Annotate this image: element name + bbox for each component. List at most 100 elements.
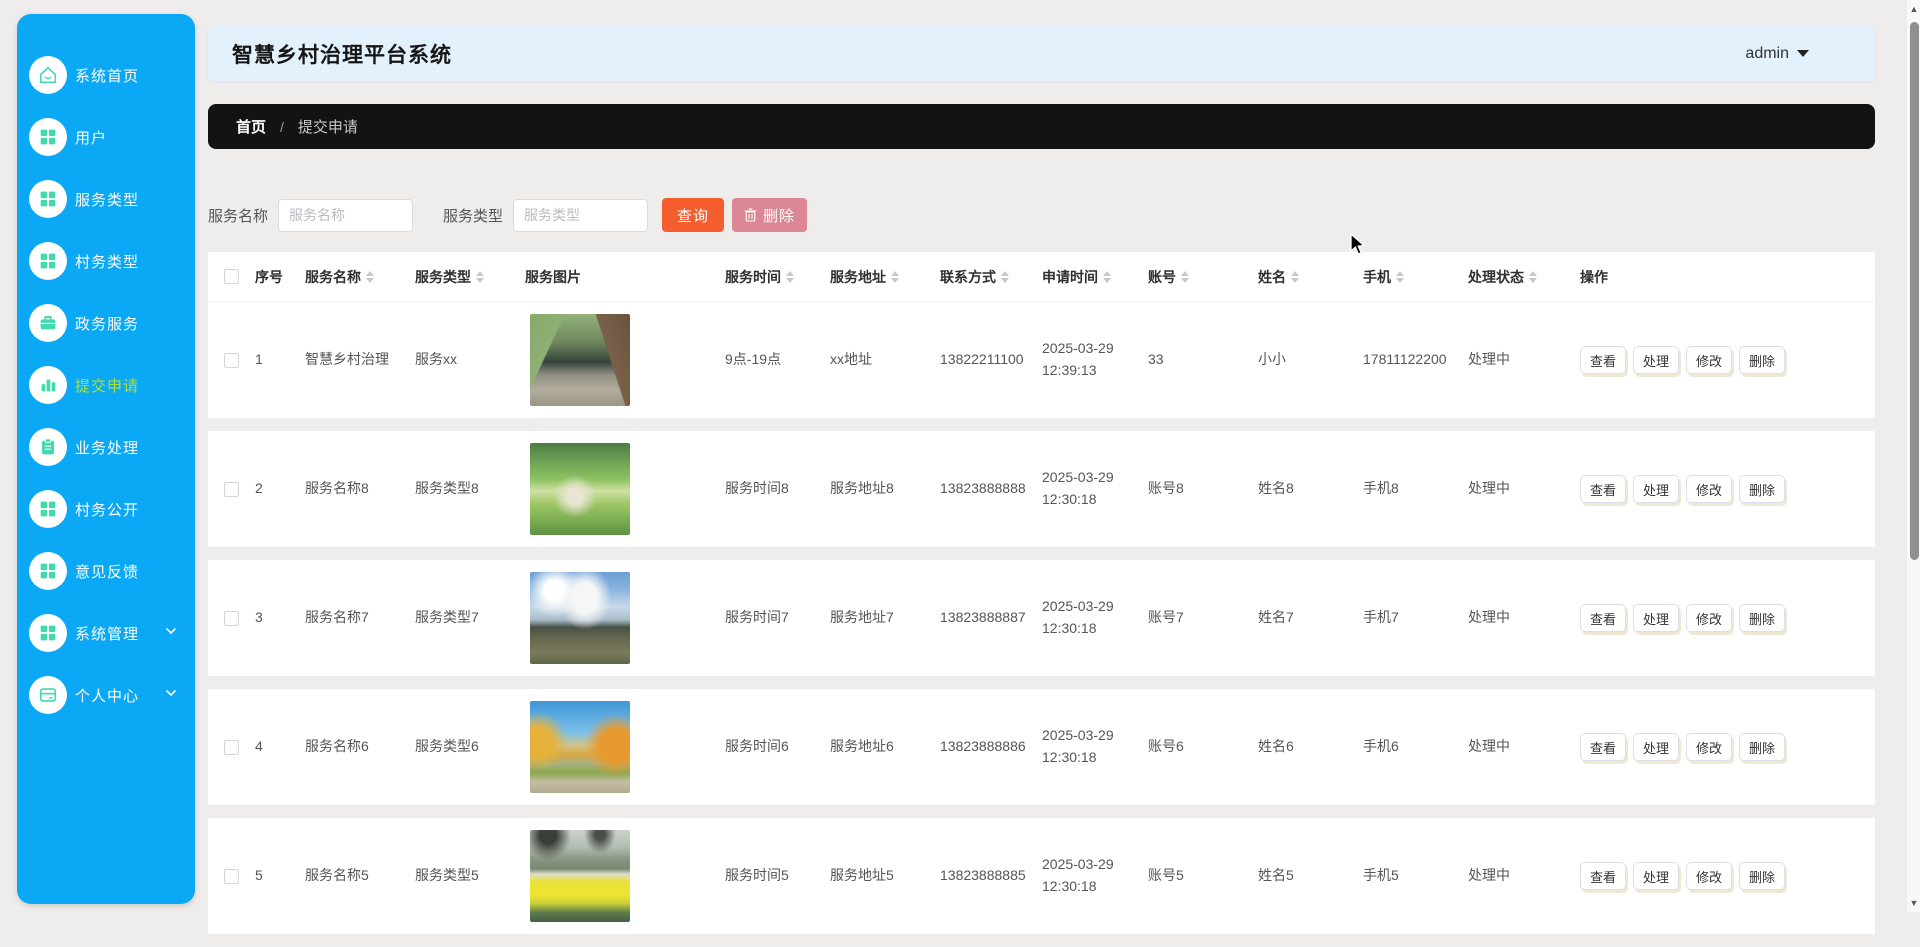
service-photo	[530, 443, 630, 535]
search-button[interactable]: 查询	[662, 198, 724, 232]
process-button[interactable]: 处理	[1633, 475, 1679, 503]
sidebar-item-village-type[interactable]: 村务类型	[17, 230, 195, 292]
delete-button[interactable]: 删除	[732, 198, 807, 232]
edit-button[interactable]: 修改	[1686, 475, 1732, 503]
edit-button[interactable]: 修改	[1686, 604, 1732, 632]
breadcrumb-home-link[interactable]: 首页	[236, 116, 266, 137]
grid-icon	[29, 118, 67, 156]
edit-button[interactable]: 修改	[1686, 733, 1732, 761]
breadcrumb-current: 提交申请	[298, 116, 358, 137]
bar-chart-icon	[29, 366, 67, 404]
delete-row-button[interactable]: 删除	[1739, 862, 1785, 890]
sidebar-item-business-process[interactable]: 业务处理	[17, 416, 195, 478]
edit-button[interactable]: 修改	[1686, 346, 1732, 374]
delete-row-button[interactable]: 删除	[1739, 346, 1785, 374]
sidebar-item-label: 村务类型	[75, 251, 139, 272]
chevron-down-icon	[165, 686, 177, 704]
table-row: 2 服务名称8 服务类型8 服务时间8 服务地址8 13823888888 20…	[208, 431, 1875, 547]
service-photo	[530, 314, 630, 406]
sidebar-item-personal-center[interactable]: 个人中心	[17, 664, 195, 726]
service-name-label: 服务名称	[208, 205, 268, 226]
status-text: 处理中	[1468, 349, 1580, 371]
status-text: 处理中	[1468, 865, 1580, 887]
breadcrumb-separator: /	[280, 119, 284, 135]
row-checkbox[interactable]	[224, 740, 239, 755]
sidebar-item-label: 个人中心	[75, 685, 139, 706]
sidebar-item-label: 服务类型	[75, 189, 139, 210]
row-checkbox[interactable]	[224, 482, 239, 497]
process-button[interactable]: 处理	[1633, 733, 1679, 761]
view-button[interactable]: 查看	[1580, 604, 1626, 632]
row-checkbox[interactable]	[224, 353, 239, 368]
table-header-row: 序号 服务名称 服务类型 服务图片 服务时间 服务地址 联系方式 申请时间 账号…	[208, 252, 1875, 302]
service-photo	[530, 701, 630, 793]
grid-icon	[29, 242, 67, 280]
edit-button[interactable]: 修改	[1686, 862, 1732, 890]
status-text: 处理中	[1468, 478, 1580, 500]
sidebar-item-service-type[interactable]: 服务类型	[17, 168, 195, 230]
service-photo	[530, 830, 630, 922]
sidebar-item-label: 提交申请	[75, 375, 139, 396]
sidebar-item-label: 政务服务	[75, 313, 139, 334]
sort-carets[interactable]	[476, 271, 484, 283]
delete-row-button[interactable]: 删除	[1739, 475, 1785, 503]
vertical-scrollbar[interactable]: ▲ ▼	[1906, 0, 1920, 912]
row-checkbox[interactable]	[224, 611, 239, 626]
scrollbar-thumb[interactable]	[1910, 22, 1919, 560]
grid-icon	[29, 552, 67, 590]
sidebar-item-label: 系统首页	[75, 65, 139, 86]
status-text: 处理中	[1468, 607, 1580, 629]
table-row: 1 智慧乡村治理 服务xx 9点-19点 xx地址 13822211100 20…	[208, 302, 1875, 418]
caret-down-icon	[1797, 50, 1809, 57]
process-button[interactable]: 处理	[1633, 346, 1679, 374]
scroll-down-arrow[interactable]: ▼	[1907, 896, 1920, 910]
service-photo	[530, 572, 630, 664]
sidebar-item-gov-service[interactable]: 政务服务	[17, 292, 195, 354]
table-row: 5 服务名称5 服务类型5 服务时间5 服务地址5 13823888885 20…	[208, 818, 1875, 934]
grid-icon	[29, 180, 67, 218]
briefcase-icon	[29, 304, 67, 342]
table-row: 4 服务名称6 服务类型6 服务时间6 服务地址6 13823888886 20…	[208, 689, 1875, 805]
main-content: 智慧乡村治理平台系统 admin 首页 / 提交申请 服务名称 服务类型 查询 …	[208, 0, 1875, 912]
sidebar-item-home[interactable]: 系统首页	[17, 44, 195, 106]
view-button[interactable]: 查看	[1580, 733, 1626, 761]
home-icon	[29, 56, 67, 94]
process-button[interactable]: 处理	[1633, 604, 1679, 632]
page-title: 智慧乡村治理平台系统	[232, 39, 452, 69]
sort-carets[interactable]	[1529, 271, 1537, 283]
scroll-up-arrow[interactable]: ▲	[1907, 2, 1920, 16]
sort-carets[interactable]	[1001, 271, 1009, 283]
data-table: 序号 服务名称 服务类型 服务图片 服务时间 服务地址 联系方式 申请时间 账号…	[208, 252, 1875, 947]
username: admin	[1745, 45, 1789, 63]
grid-icon	[29, 490, 67, 528]
chevron-down-icon	[165, 624, 177, 642]
row-checkbox[interactable]	[224, 869, 239, 884]
sort-carets[interactable]	[1181, 271, 1189, 283]
user-menu[interactable]: admin	[1745, 45, 1809, 63]
view-button[interactable]: 查看	[1580, 346, 1626, 374]
sidebar-item-system-management[interactable]: 系统管理	[17, 602, 195, 664]
view-button[interactable]: 查看	[1580, 475, 1626, 503]
sidebar-item-village-disclosure[interactable]: 村务公开	[17, 478, 195, 540]
sort-carets[interactable]	[366, 271, 374, 283]
delete-row-button[interactable]: 删除	[1739, 604, 1785, 632]
sort-carets[interactable]	[1103, 271, 1111, 283]
service-type-input[interactable]	[513, 199, 648, 232]
sort-carets[interactable]	[891, 271, 899, 283]
view-button[interactable]: 查看	[1580, 862, 1626, 890]
sidebar: 系统首页 用户 服务类型 村务类型 政务服务 提交申请 业务处理	[17, 14, 195, 904]
status-text: 处理中	[1468, 736, 1580, 758]
sidebar-item-submit-application[interactable]: 提交申请	[17, 354, 195, 416]
sidebar-item-label: 业务处理	[75, 437, 139, 458]
process-button[interactable]: 处理	[1633, 862, 1679, 890]
sort-carets[interactable]	[1396, 271, 1404, 283]
select-all-checkbox[interactable]	[224, 269, 239, 284]
sidebar-item-label: 村务公开	[75, 499, 139, 520]
sort-carets[interactable]	[1291, 271, 1299, 283]
sort-carets[interactable]	[786, 271, 794, 283]
sidebar-item-feedback[interactable]: 意见反馈	[17, 540, 195, 602]
sidebar-item-label: 系统管理	[75, 623, 139, 644]
sidebar-item-users[interactable]: 用户	[17, 106, 195, 168]
delete-row-button[interactable]: 删除	[1739, 733, 1785, 761]
service-name-input[interactable]	[278, 199, 413, 232]
